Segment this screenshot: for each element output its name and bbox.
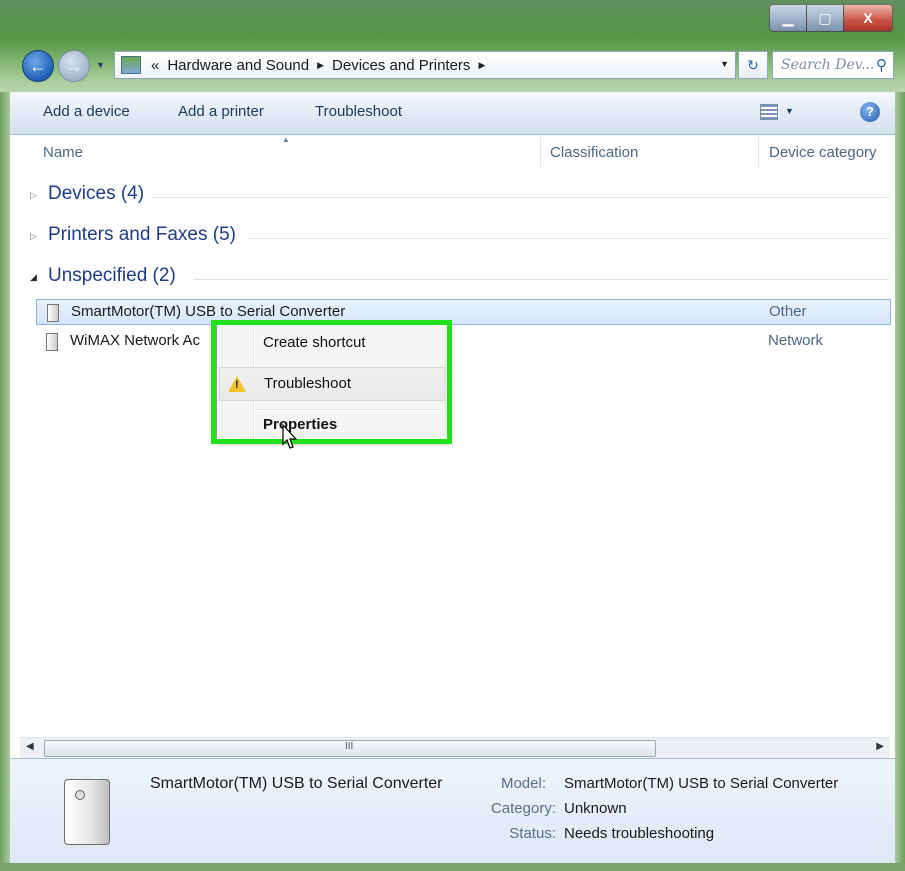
column-name[interactable]: Name <box>43 144 83 161</box>
context-menu: Create shortcut ! Troubleshoot Propertie… <box>216 324 448 442</box>
device-row-wimax[interactable]: WiMAX Network Ac Network <box>36 329 891 355</box>
column-divider[interactable] <box>540 137 541 167</box>
recent-pages-dropdown-icon[interactable]: ▼ <box>96 60 105 70</box>
search-icon[interactable]: ⚲ <box>876 56 887 74</box>
add-device-button[interactable]: Add a device <box>43 103 130 120</box>
group-devices[interactable]: ▷ Devices (4) <box>10 181 895 211</box>
group-divider <box>248 238 889 239</box>
menu-item-label: Create shortcut <box>263 334 366 351</box>
window-border-left <box>0 92 10 871</box>
details-pane: SmartMotor(TM) USB to Serial Converter M… <box>10 758 895 863</box>
search-input[interactable]: Search Dev... ⚲ <box>772 51 894 79</box>
group-divider <box>194 279 889 280</box>
explorer-window: ▁ ▢ X ← → ▼ « Hardware and Sound ▶ Devic… <box>0 0 905 871</box>
breadcrumb-separator-icon[interactable]: ▶ <box>478 60 485 71</box>
scrollbar-thumb[interactable]: III <box>44 740 656 757</box>
scroll-right-icon[interactable]: ▶ <box>876 741 884 752</box>
group-divider <box>152 197 889 198</box>
minimize-button[interactable]: ▁ <box>770 5 807 31</box>
column-divider[interactable] <box>758 137 759 167</box>
refresh-button[interactable]: ↻ <box>738 51 768 79</box>
mouse-pointer-icon <box>282 424 298 449</box>
details-category-label: Category: <box>490 800 556 817</box>
group-printers-and-faxes[interactable]: ▷ Printers and Faxes (5) <box>10 222 895 252</box>
help-icon[interactable]: ? <box>860 102 880 122</box>
device-row-smartmotor[interactable]: SmartMotor(TM) USB to Serial Converter O… <box>36 299 891 325</box>
scroll-left-icon[interactable]: ◀ <box>26 741 34 752</box>
device-name[interactable]: WiMAX Network Ac <box>70 332 200 349</box>
close-button[interactable]: X <box>844 5 892 31</box>
scrollbar-grip: III <box>345 741 354 752</box>
details-model-label: Model: <box>500 775 546 792</box>
window-controls: ▁ ▢ X <box>769 4 893 32</box>
details-category-value: Unknown <box>564 800 627 817</box>
sort-arrow-icon: ▲ <box>282 135 290 144</box>
maximize-button[interactable]: ▢ <box>807 5 844 31</box>
details-device-name: SmartMotor(TM) USB to Serial Converter <box>150 775 443 792</box>
change-view-icon[interactable] <box>760 104 778 120</box>
address-dropdown-icon[interactable]: ▼ <box>720 59 729 69</box>
device-icon <box>47 304 59 322</box>
details-status-value: Needs troubleshooting <box>564 825 715 842</box>
expand-arrow-icon[interactable]: ▷ <box>30 190 37 201</box>
column-header-row: ▲ Name Classification Device category <box>10 135 895 169</box>
warning-icon: ! <box>228 376 246 392</box>
view-dropdown-icon[interactable]: ▼ <box>785 106 794 116</box>
title-bar: ▁ ▢ X ← → ▼ « Hardware and Sound ▶ Devic… <box>0 0 905 92</box>
window-border-right <box>895 92 905 871</box>
menu-item-troubleshoot[interactable]: ! Troubleshoot <box>219 367 445 401</box>
menu-item-label: Troubleshoot <box>264 375 351 392</box>
horizontal-scrollbar[interactable]: ◀ III ▶ <box>20 737 890 758</box>
column-classification[interactable]: Classification <box>550 144 638 161</box>
navigation-bar: ← → ▼ « Hardware and Sound ▶ Devices and… <box>20 48 894 82</box>
column-device-category[interactable]: Device category <box>769 144 877 161</box>
breadcrumb-devices-and-printers[interactable]: Devices and Printers <box>332 57 470 74</box>
breadcrumb-separator-icon[interactable]: ▶ <box>317 60 324 71</box>
window-border-bottom <box>0 863 905 871</box>
group-title[interactable]: Devices (4) <box>48 183 144 205</box>
address-overflow[interactable]: « <box>151 57 159 74</box>
menu-item-create-shortcut[interactable]: Create shortcut <box>219 327 445 361</box>
device-large-icon <box>64 779 110 845</box>
command-bar: Add a device Add a printer Troubleshoot … <box>10 92 895 135</box>
device-category: Other <box>769 303 807 320</box>
details-model-value: SmartMotor(TM) USB to Serial Converter <box>564 775 839 792</box>
control-panel-icon <box>121 56 141 74</box>
forward-button[interactable]: → <box>58 50 90 82</box>
details-status-label: Status: <box>509 825 556 842</box>
device-icon <box>46 333 58 351</box>
group-unspecified[interactable]: ◢ Unspecified (2) <box>10 263 895 293</box>
back-button[interactable]: ← <box>22 50 54 82</box>
group-title[interactable]: Printers and Faxes (5) <box>48 224 236 246</box>
device-category: Network <box>768 332 824 349</box>
menu-item-label: Properties <box>263 416 338 433</box>
address-bar[interactable]: « Hardware and Sound ▶ Devices and Print… <box>114 51 736 79</box>
breadcrumb-hardware-and-sound[interactable]: Hardware and Sound <box>167 57 309 74</box>
expand-arrow-icon[interactable]: ▷ <box>30 231 37 242</box>
search-placeholder: Search Dev... <box>781 57 875 73</box>
device-name[interactable]: SmartMotor(TM) USB to Serial Converter <box>71 303 345 320</box>
collapse-arrow-icon[interactable]: ◢ <box>30 272 37 283</box>
add-printer-button[interactable]: Add a printer <box>178 103 264 120</box>
group-title[interactable]: Unspecified (2) <box>48 265 176 287</box>
menu-item-properties[interactable]: Properties <box>219 409 445 443</box>
troubleshoot-button[interactable]: Troubleshoot <box>315 103 402 120</box>
